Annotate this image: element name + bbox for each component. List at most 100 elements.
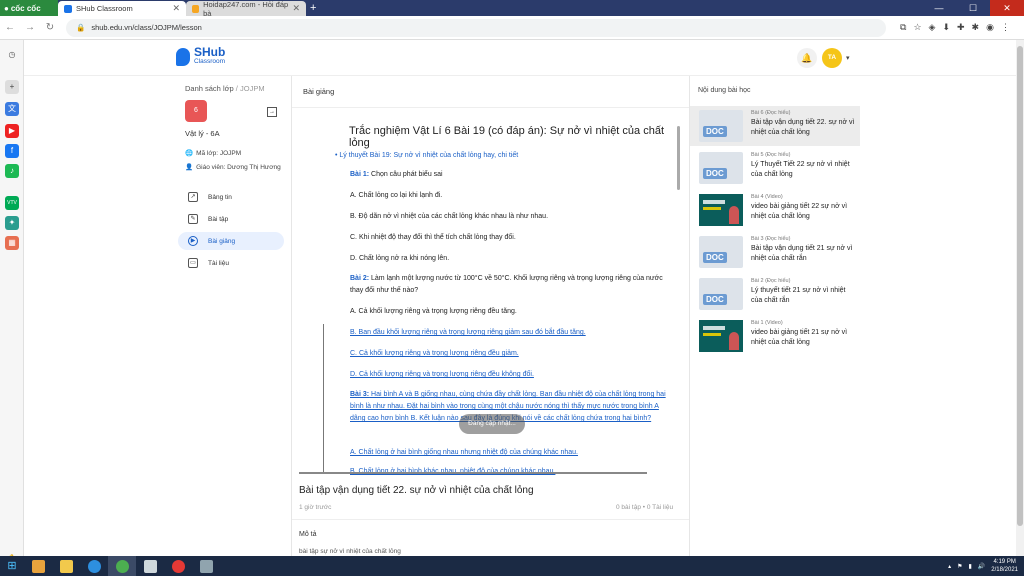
minimize-button[interactable]: —: [922, 0, 956, 16]
chart-icon: ↗: [188, 192, 198, 202]
taskbar-media-icon[interactable]: [24, 556, 52, 576]
lesson-item-type: Bài 6 (Đọc hiểu): [751, 110, 791, 116]
answer-option: C. Khi nhiệt độ thay đổi thì thể tích ch…: [350, 234, 516, 241]
question-label: Bài 2:: [350, 275, 370, 282]
section-title: Bài giảng: [303, 87, 335, 96]
youtube-icon[interactable]: ▶: [5, 124, 19, 138]
shub-favicon-icon: [64, 4, 72, 13]
facebook-icon[interactable]: f: [5, 144, 19, 158]
volume-icon[interactable]: 🔊: [978, 563, 985, 570]
lesson-list-title: Nội dung bài học: [698, 87, 751, 94]
history-icon[interactable]: ◷: [5, 48, 19, 62]
shub-logo-icon: [176, 48, 190, 66]
description-label: Mô tả: [299, 531, 317, 538]
notification-bell-icon[interactable]: 🔔: [797, 48, 817, 68]
class-name: Vật lý - 6A: [185, 129, 220, 138]
lesson-item[interactable]: DOC Bài 3 (Đọc hiểu) Bài tập vận dụng ti…: [690, 232, 860, 272]
doc-badge: DOC: [703, 126, 727, 137]
flag-icon[interactable]: ⚑: [957, 563, 962, 570]
taskbar-calculator-icon[interactable]: [192, 556, 220, 576]
taskbar-clock[interactable]: 4:19 PM 2/18/2021: [991, 558, 1018, 574]
loading-overlay: Đang cập nhật...: [459, 414, 525, 434]
avatar[interactable]: TA: [822, 48, 842, 68]
back-icon[interactable]: ←: [0, 22, 20, 33]
puzzle-icon[interactable]: ✱: [972, 22, 980, 33]
tab-shub-classroom[interactable]: SHub Classroom ✕: [58, 1, 186, 16]
music-icon[interactable]: ♪: [5, 164, 19, 178]
start-button[interactable]: ⊞: [0, 556, 24, 576]
menu-label: Bảng tin: [208, 193, 232, 201]
game-icon[interactable]: ✦: [5, 216, 19, 230]
menu-item-tai-lieu[interactable]: ▭ Tài liệu: [178, 254, 284, 272]
answer-option: B. Độ dãn nở vì nhiệt của các chất lỏng …: [350, 213, 549, 220]
translate-icon[interactable]: ⧉: [900, 22, 906, 33]
browser-tab-bar: ● cốc cốc SHub Classroom ✕ Hoidap247.com …: [0, 0, 1024, 18]
close-tab-icon[interactable]: ✕: [172, 3, 180, 14]
tray-up-arrow-icon[interactable]: ▴: [948, 563, 951, 570]
hoidap-favicon-icon: [192, 4, 200, 13]
lesson-item-name: video bài giảng tiết 21 sự nở vì nhiệt c…: [751, 329, 848, 346]
network-icon[interactable]: ▮: [969, 563, 972, 570]
reload-icon[interactable]: ↻: [40, 22, 60, 33]
teacher-name: Giáo viên: Dương Thị Hương: [196, 163, 281, 171]
doc-horizontal-scrollbar[interactable]: [299, 472, 647, 474]
answer-option-link[interactable]: A. Chất lỏng ở hai bình giống nhau nhưng…: [350, 447, 672, 459]
close-window-button[interactable]: ✕: [990, 0, 1024, 16]
translate-app-icon[interactable]: 文: [5, 102, 19, 116]
breadcrumb-class-list[interactable]: Danh sách lớp: [185, 84, 234, 93]
answer-option-link[interactable]: B. Ban đầu khối lượng riêng và trọng lượ…: [350, 327, 672, 339]
doc-badge: DOC: [703, 252, 727, 263]
close-tab-icon[interactable]: ✕: [292, 3, 300, 14]
menu-item-bai-tap[interactable]: ✎ Bài tập: [178, 210, 284, 228]
answer-option: A. Chất lỏng co lại khi lạnh đi.: [350, 192, 443, 199]
taskbar-chrome-icon[interactable]: [164, 556, 192, 576]
menu-item-bang-tin[interactable]: ↗ Bảng tin: [178, 188, 284, 206]
folder-icon: ▭: [188, 258, 198, 268]
vtv-icon[interactable]: VTV: [5, 196, 19, 210]
shield-icon[interactable]: ◈: [929, 22, 936, 33]
coccoc-menu-button[interactable]: ● cốc cốc: [0, 0, 58, 16]
answer-option-link[interactable]: D. Cả khối lượng riêng và trọng lượng ri…: [350, 369, 672, 381]
doc-thumbnail-icon: DOC: [699, 110, 743, 142]
document-viewer[interactable]: Trắc nghiệm Vật Lí 6 Bài 19 (có đáp án):…: [299, 108, 682, 480]
app-icon[interactable]: ▦: [5, 236, 19, 250]
maximize-button[interactable]: ☐: [956, 0, 990, 16]
taskbar-explorer-icon[interactable]: [52, 556, 80, 576]
page-scrollbar[interactable]: [1016, 40, 1024, 556]
more-menu-icon[interactable]: ⋮: [1001, 22, 1010, 33]
profile-icon[interactable]: ◉: [986, 22, 994, 33]
forward-icon[interactable]: →: [20, 22, 40, 33]
taskbar-ie-icon[interactable]: [80, 556, 108, 576]
shub-logo[interactable]: SHub Classroom: [176, 46, 225, 66]
url-input[interactable]: 🔒 shub.edu.vn/class/JOJPM/lesson: [66, 18, 886, 37]
window-controls: — ☐ ✕: [922, 0, 1024, 16]
extension-icon[interactable]: ✚: [957, 22, 965, 33]
answer-option-link[interactable]: C. Cả khối lượng riêng và trọng lượng ri…: [350, 348, 672, 360]
new-tab-button[interactable]: +: [310, 2, 316, 14]
browser-toolbar-icons: ⧉ ☆ ◈ ⬇ ✚ ✱ ◉ ⋮: [900, 22, 1010, 33]
breadcrumb: Danh sách lớp / JOJPM: [185, 84, 265, 93]
lesson-item[interactable]: DOC Bài 5 (Đọc hiểu) Lý Thuyết Tiết 22 s…: [690, 148, 860, 188]
doc-vertical-scrollbar[interactable]: [677, 126, 680, 190]
tab-title: SHub Classroom: [76, 4, 133, 13]
doc-thumbnail-icon: DOC: [699, 152, 743, 184]
lesson-item[interactable]: DOC Bài 2 (Đọc hiểu) Lý thuyết tiết 21 s…: [690, 274, 860, 314]
taskbar-coccoc-icon[interactable]: [108, 556, 136, 576]
doc-thumbnail-icon: DOC: [699, 278, 743, 310]
menu-item-bai-giang[interactable]: ▶ Bài giảng: [178, 232, 284, 250]
add-icon[interactable]: +: [5, 80, 19, 94]
lesson-item[interactable]: Bài 1 (Video) video bài giảng tiết 21 sự…: [690, 316, 860, 356]
description-text: bài tập sự nở vì nhiệt của chất lỏng: [299, 548, 401, 555]
doc-theory-link[interactable]: • Lý thuyết Bài 19: Sự nở vì nhiệt của c…: [335, 152, 518, 159]
taskbar-app-icon[interactable]: [136, 556, 164, 576]
lesson-item-type: Bài 3 (Đọc hiểu): [751, 236, 791, 242]
lesson-item[interactable]: Bài 4 (Video) video bài giảng tiết 22 sự…: [690, 190, 860, 230]
tab-hoidap247[interactable]: Hoidap247.com - Hỏi đáp bà ✕: [186, 0, 306, 18]
download-icon[interactable]: ⬇: [942, 22, 950, 33]
chevron-down-icon[interactable]: ▾: [846, 54, 850, 62]
menu-label: Tài liệu: [208, 259, 229, 267]
exit-class-icon[interactable]: →: [267, 107, 277, 117]
lesson-item[interactable]: DOC Bài 6 (Đọc hiểu) Bài tập vận dụng ti…: [690, 106, 860, 146]
bookmark-star-icon[interactable]: ☆: [913, 22, 921, 33]
lesson-item-name: Bài tập vận dụng tiết 21 sự nở vì nhiệt …: [751, 245, 853, 262]
